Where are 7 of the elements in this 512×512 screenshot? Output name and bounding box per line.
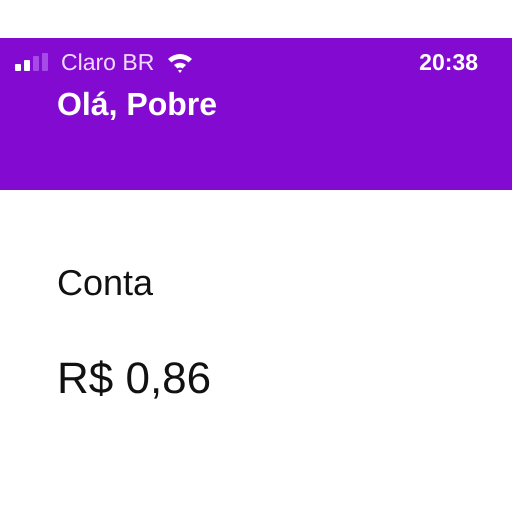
status-time: 20:38 xyxy=(419,48,478,76)
carrier-name: Claro BR xyxy=(61,48,154,76)
signal-icon xyxy=(15,53,49,71)
wifi-icon xyxy=(166,51,194,73)
account-balance: R$ 0,86 xyxy=(57,354,212,404)
account-title: Conta xyxy=(57,262,154,304)
greeting-title: Olá, Pobre xyxy=(56,86,218,123)
